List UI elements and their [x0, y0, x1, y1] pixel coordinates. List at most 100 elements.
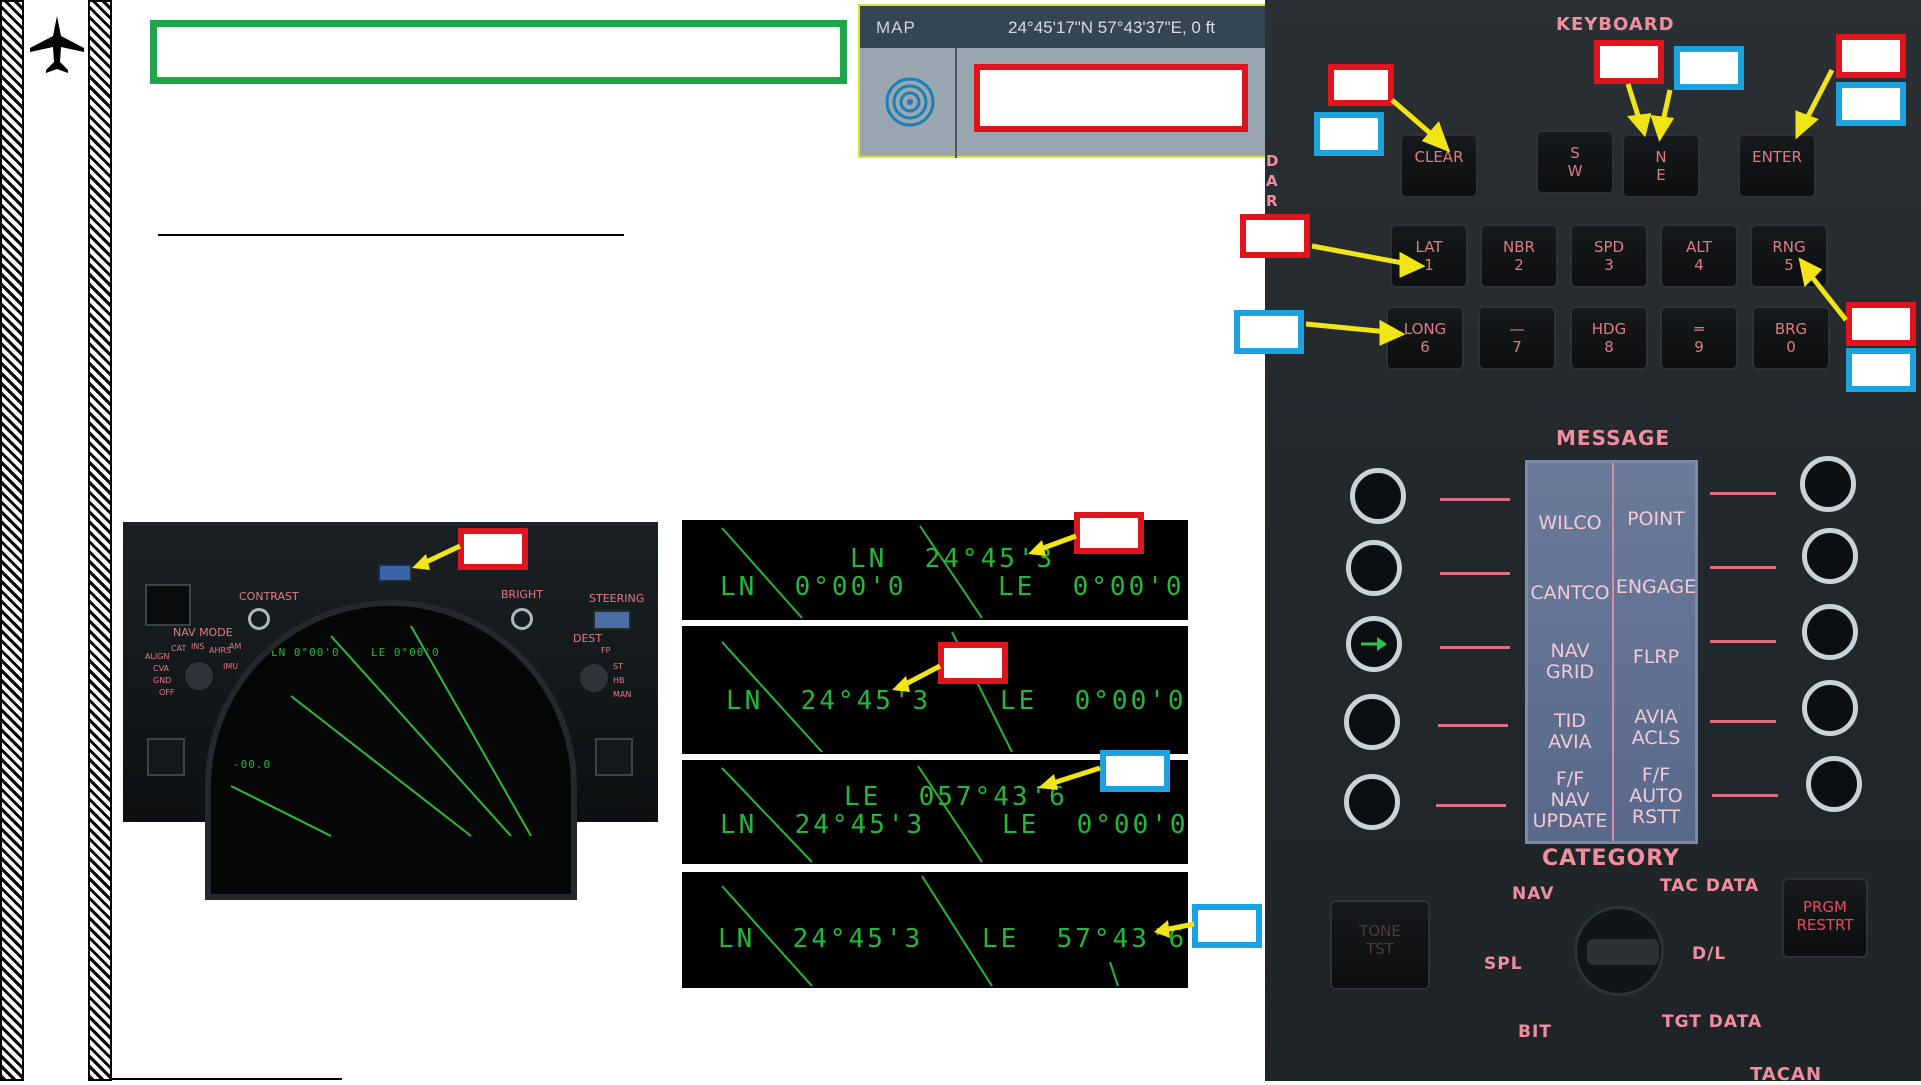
- arrow-icon: [1038, 765, 1101, 790]
- tid3-ln: LN 24°45'3: [720, 810, 926, 840]
- map-header: MAP 24°45'17"N 57°43'37"E, 0 ft: [860, 6, 1277, 48]
- target-icon[interactable]: [884, 76, 936, 128]
- message-button-right-1[interactable]: [1800, 456, 1856, 512]
- arrow-icon: [1028, 533, 1077, 556]
- tid4-ln: LN 24°45'3: [718, 924, 924, 954]
- panel-button-right[interactable]: [595, 738, 633, 776]
- dest-label: DEST: [573, 632, 603, 645]
- tid2-highlight-red: [938, 642, 1008, 684]
- crt-bottom-readout: -00.0: [233, 758, 272, 771]
- left-rail-hatch-inner: [88, 0, 112, 1081]
- crt-ln-readout: LN 0°00'0: [271, 646, 340, 659]
- keyboard-arrows: [1305, 68, 1848, 346]
- dest-st: ST: [613, 662, 623, 671]
- steering-light: [593, 610, 631, 630]
- msg-nav-grid: NAV GRID: [1545, 640, 1595, 683]
- nav-mode-cat: CAT: [171, 644, 187, 653]
- dest-fp: FP: [601, 646, 611, 655]
- panel-switch: [145, 584, 191, 626]
- message-dash: [1440, 572, 1510, 575]
- map-coordinates: 24°45'17"N 57°43'37"E, 0 ft: [1008, 18, 1216, 37]
- contrast-label: CONTRAST: [239, 590, 299, 603]
- message-dash: [1440, 498, 1510, 501]
- msg-ff-nav-update: F/F NAV UPDATE: [1532, 768, 1608, 832]
- nav-mode-ins: INS: [191, 642, 205, 651]
- msg-ff-auto-rstt: F/F AUTO RSTT: [1629, 764, 1683, 828]
- crt-le-readout: LE 0°00'0: [371, 646, 440, 659]
- message-button-left-3[interactable]: [1346, 616, 1402, 672]
- tid1-line1: LN 24°45'3: [850, 544, 1056, 574]
- category-selector-knob[interactable]: [1574, 906, 1664, 996]
- message-title: MESSAGE: [1556, 426, 1671, 450]
- nav-mode-off: OFF: [159, 688, 175, 697]
- category-title: CATEGORY: [1542, 846, 1680, 871]
- category-spl: SPL: [1484, 954, 1523, 974]
- nav-mode-cva: CVA: [153, 664, 170, 673]
- display-panel: CONTRAST BRIGHT STEERING NAV MODE ALIGN …: [123, 522, 658, 900]
- tid3-le: LE 0°00'0: [1002, 810, 1189, 840]
- tacan-label: TACAN: [1750, 1064, 1823, 1085]
- message-button-right-3[interactable]: [1802, 604, 1858, 660]
- message-button-right-5[interactable]: [1806, 756, 1862, 812]
- map-divider: [955, 48, 957, 158]
- tid2-le: LE 0°00'0: [1000, 686, 1187, 716]
- message-dash: [1710, 720, 1776, 723]
- dest-knob[interactable]: [578, 662, 610, 694]
- title-box: [150, 20, 847, 84]
- section-underline: [158, 234, 624, 236]
- msg-avia-acls: AVIA ACLS: [1631, 706, 1681, 749]
- msg-tid-avia: TID AVIA: [1548, 710, 1592, 753]
- arrow-icon: [412, 543, 462, 570]
- bottom-rule: [112, 1078, 342, 1080]
- bright-label: BRIGHT: [501, 588, 543, 601]
- tid3-highlight-blue: [1100, 750, 1170, 792]
- nav-mode-align: ALIGN: [145, 652, 170, 661]
- category-tac-data: TAC DATA: [1660, 876, 1760, 896]
- tid-readout-4: LN 24°45'3 LE 57°43'6: [682, 872, 1188, 988]
- message-dash: [1710, 640, 1776, 643]
- map-title: MAP: [876, 18, 916, 37]
- message-dash: [1710, 492, 1776, 495]
- message-dash: [1710, 566, 1776, 569]
- left-rail-hatch: [0, 0, 24, 1081]
- prgm-restrt-button[interactable]: PRGM RESTRT: [1782, 878, 1868, 958]
- message-panel: WILCO CANTCO NAV GRID TID AVIA F/F NAV U…: [1525, 460, 1698, 844]
- category-tgt-data: TGT DATA: [1662, 1012, 1763, 1032]
- message-dash: [1712, 794, 1778, 797]
- message-button-left-1[interactable]: [1350, 468, 1406, 524]
- message-button-left-2[interactable]: [1346, 540, 1402, 596]
- tid1-highlight-red: [1074, 512, 1144, 554]
- arrow-right-icon: [1361, 637, 1387, 651]
- tone-tst-button[interactable]: TONE TST: [1330, 900, 1430, 990]
- msg-flrp: FLRP: [1632, 646, 1680, 668]
- message-dash: [1436, 804, 1506, 807]
- arrow-icon: [892, 663, 942, 692]
- nav-mode-gnd: GND: [153, 676, 172, 685]
- msg-point: POINT: [1627, 508, 1685, 530]
- panel-indicator: [378, 564, 412, 582]
- panel-button-left[interactable]: [147, 738, 185, 776]
- steering-label: STEERING: [589, 592, 645, 605]
- category-dl: D/L: [1692, 944, 1727, 964]
- crt-screen: LN 0°00'0 LE 0°00'0 -00.0: [205, 600, 577, 900]
- message-button-right-4[interactable]: [1802, 680, 1858, 736]
- dest-hb: HB: [613, 676, 625, 685]
- tid3-line1: LE 057°43'6: [844, 782, 1068, 812]
- map-highlight-red: [974, 64, 1248, 132]
- indicator-highlight-red: [458, 528, 528, 570]
- tid1-ln: LN 0°00'0: [720, 572, 907, 602]
- msg-wilco: WILCO: [1538, 512, 1602, 534]
- message-dash: [1438, 724, 1508, 727]
- message-button-right-2[interactable]: [1802, 528, 1858, 584]
- message-button-left-5[interactable]: [1344, 774, 1400, 830]
- aircraft-icon: [30, 16, 84, 73]
- tid4-highlight-blue: [1192, 904, 1262, 948]
- category-selector-pointer: [1587, 939, 1659, 965]
- message-dash: [1440, 646, 1510, 649]
- msg-cantco: CANTCO: [1530, 582, 1610, 604]
- msg-engage: ENGAGE: [1615, 576, 1697, 598]
- arrow-icon: [1154, 920, 1195, 938]
- category-nav: NAV: [1512, 884, 1555, 904]
- category-bit: BIT: [1518, 1022, 1552, 1042]
- message-button-left-4[interactable]: [1344, 694, 1400, 750]
